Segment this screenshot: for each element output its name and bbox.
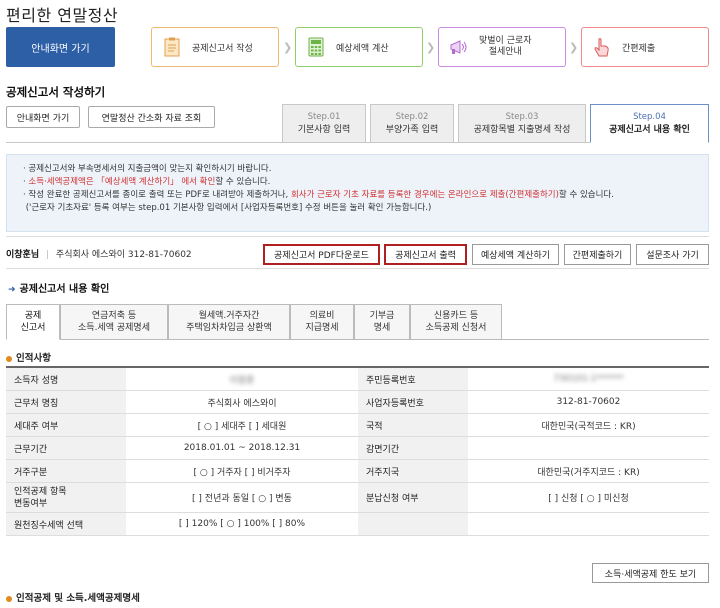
notice-line: ('근로자 기초자료' 등록 여부는 step.01 기본사항 입력에서 [사업…: [25, 203, 432, 213]
tab-step-03[interactable]: Step.03 공제항목별 지출명세 작성: [458, 104, 586, 142]
table-value: 주식회사 에스와이: [126, 390, 358, 414]
user-info: 이창훈님 | 주식회사 에스와이 312-81-70602: [6, 250, 192, 260]
table-label: 원천징수세액 선택: [6, 512, 126, 536]
home-guide-button[interactable]: 안내화면 가기: [6, 27, 115, 67]
table-label: 분납신청 여부: [358, 482, 468, 513]
tab-step-04[interactable]: Step.04 공제신고서 내용 확인: [590, 104, 709, 143]
orange-dot-icon: [6, 355, 12, 362]
guide-button[interactable]: 안내화면 가기: [6, 106, 80, 128]
personal-info-heading: 인적사항: [6, 350, 51, 364]
table-value: [ ○ ] 세대주 [ ] 세대원: [126, 413, 358, 437]
step-number: Step.02: [395, 112, 429, 122]
step-number: Step.03: [505, 112, 539, 122]
table-value: [468, 512, 709, 536]
personal-info-table: 소득자 성명 이창훈 주민등록번호 730101-1****** 근무처 명칭 …: [6, 366, 709, 536]
table-value: 이창훈: [126, 366, 358, 391]
chevron-right-icon: ❯: [426, 41, 436, 54]
notice-line: · 공제신고서와 부속명세서의 지출금액이 맞는지 확인하시기 바랍니다.: [23, 164, 272, 174]
table-value: 대한민국(국적코드 : KR): [468, 413, 709, 437]
user-company: 주식회사 에스와이 312-81-70602: [55, 250, 192, 260]
tab-deduction-form[interactable]: 공제 신고서: [6, 304, 60, 340]
tab-step-02[interactable]: Step.02 부양가족 입력: [370, 104, 454, 142]
chevron-right-icon: ❯: [569, 41, 579, 54]
table-row: 원천징수세액 선택 [ ] 120% [ ○ ] 100% [ ] 80%: [6, 512, 709, 536]
table-value: [ ] 전년과 동일 [ ○ ] 변동: [126, 482, 358, 513]
table-row: 근무기간 2018.01.01 ~ 2018.12.31 감면기간: [6, 436, 709, 460]
tab-step-01[interactable]: Step.01 기본사항 입력: [282, 104, 366, 142]
survey-button[interactable]: 설문조사 가기: [636, 244, 709, 265]
section-title: ➜ 공제신고서 내용 확인: [8, 284, 110, 295]
table-value: [468, 436, 709, 460]
pdf-download-button[interactable]: 공제신고서 PDF다운로드: [263, 244, 380, 265]
flow-label: 맞벌이 근로자 절세안내: [479, 36, 532, 57]
table-label: 세대주 여부: [6, 413, 126, 437]
table-row: 거주구분 [ ○ ] 거주자 [ ] 비거주자 거주지국 대한민국(거주지코드 …: [6, 459, 709, 483]
table-label: 거주구분: [6, 459, 126, 483]
chevron-right-icon: ❯: [283, 41, 293, 54]
table-label: 국적: [358, 413, 468, 437]
table-label: 근무처 명칭: [6, 390, 126, 414]
table-value: 2018.01.01 ~ 2018.12.31: [126, 436, 358, 460]
flow-card-simple-submit[interactable]: 간편제출: [581, 27, 709, 67]
table-value: [ ] 신청 [ ○ ] 미신청: [468, 482, 709, 513]
megaphone-icon: [449, 36, 469, 58]
table-label: 사업자등록번호: [358, 390, 468, 414]
table-value: 730101-1******: [468, 366, 709, 391]
calculator-icon: [306, 36, 326, 58]
tab-donation[interactable]: 기부금 명세: [354, 304, 410, 340]
divider: [6, 268, 709, 269]
step-label: 공제신고서 내용 확인: [609, 125, 690, 135]
table-label: [358, 512, 468, 536]
notice-line: · 소득·세액공제액은 「예상세액 계산하기」 에서 확인할 수 있습니다.: [23, 177, 271, 187]
deduction-detail-heading: 인적공제 및 소득.세액공제명세: [6, 590, 140, 604]
step-number: Step.04: [633, 112, 666, 122]
table-value: 대한민국(거주지코드 : KR): [468, 459, 709, 483]
table-value: 312-81-70602: [468, 390, 709, 414]
divider: [6, 236, 709, 237]
flow-card-dual-income[interactable]: 맞벌이 근로자 절세안내: [438, 27, 566, 67]
flow-label: 공제신고서 작성: [192, 43, 253, 54]
notice-line: · 작성 완료한 공제신고서를 종이로 출력 또는 PDF로 내려받아 제출하거…: [23, 190, 614, 200]
table-value: [ ] 120% [ ○ ] 100% [ ] 80%: [126, 512, 358, 536]
user-name: 이창훈님: [6, 250, 40, 260]
table-row: 인적공제 항목 변동여부 [ ] 전년과 동일 [ ○ ] 변동 분납신청 여부…: [6, 482, 709, 513]
tab-divider: [502, 339, 709, 340]
table-label: 근무기간: [6, 436, 126, 460]
orange-dot-icon: [6, 595, 12, 602]
table-label: 인적공제 항목 변동여부: [6, 482, 126, 513]
step-label: 기본사항 입력: [297, 125, 351, 135]
notice-box: · 공제신고서와 부속명세서의 지출금액이 맞는지 확인하시기 바랍니다. · …: [6, 154, 709, 232]
tab-credit-card[interactable]: 신용카드 등 소득공제 신청서: [410, 304, 502, 340]
deduction-limit-button[interactable]: 소득·세액공제 한도 보기: [592, 563, 709, 583]
flow-card-calc-tax[interactable]: 예상세액 계산: [295, 27, 423, 67]
table-row: 소득자 성명 이창훈 주민등록번호 730101-1******: [6, 366, 709, 391]
document-icon: [162, 36, 182, 58]
tab-pension-savings[interactable]: 연금저축 등 소득.세액 공제명세: [60, 304, 168, 340]
calc-tax-button[interactable]: 예상세액 계산하기: [472, 244, 559, 265]
tab-medical[interactable]: 의료비 지급명세: [290, 304, 354, 340]
hand-pointer-icon: [592, 36, 612, 58]
table-label: 거주지국: [358, 459, 468, 483]
table-label: 주민등록번호: [358, 366, 468, 391]
flow-label: 예상세액 계산: [336, 43, 389, 54]
simple-submit-button[interactable]: 간편제출하기: [564, 244, 631, 265]
print-form-button[interactable]: 공제신고서 출력: [384, 244, 467, 265]
page-heading: 공제신고서 작성하기: [6, 85, 106, 99]
simplified-data-lookup-button[interactable]: 연말정산 간소화 자료 조회: [88, 106, 215, 128]
arrow-bullet-icon: ➜: [8, 285, 16, 295]
table-value: [ ○ ] 거주자 [ ] 비거주자: [126, 459, 358, 483]
tab-rent[interactable]: 월세액.거주자간 주택임차차입금 상환액: [168, 304, 290, 340]
step-label: 공제항목별 지출명세 작성: [473, 125, 571, 135]
flow-label: 간편제출: [622, 43, 656, 54]
flow-card-write-form[interactable]: 공제신고서 작성: [151, 27, 279, 67]
table-label: 감면기간: [358, 436, 468, 460]
table-label: 소득자 성명: [6, 366, 126, 391]
table-row: 세대주 여부 [ ○ ] 세대주 [ ] 세대원 국적 대한민국(국적코드 : …: [6, 413, 709, 437]
step-number: Step.01: [307, 112, 341, 122]
app-title: 편리한 연말정산: [6, 6, 119, 25]
table-row: 근무처 명칭 주식회사 에스와이 사업자등록번호 312-81-70602: [6, 390, 709, 414]
step-label: 부양가족 입력: [385, 125, 439, 135]
